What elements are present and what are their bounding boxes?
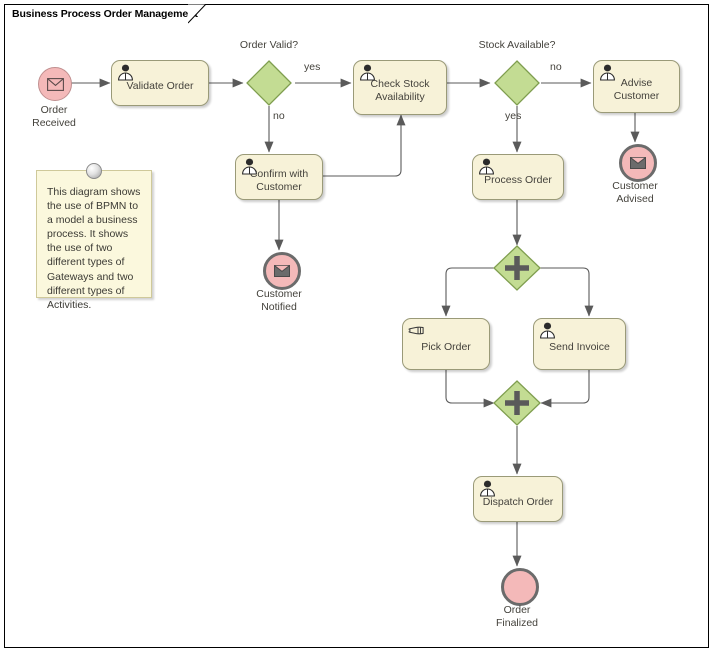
envelope-icon: [46, 77, 64, 91]
event-order-received[interactable]: [38, 67, 72, 101]
task-dispatch-order[interactable]: Dispatch Order: [473, 476, 563, 522]
flow-label-order-valid-yes: yes: [304, 61, 321, 73]
flow-label-order-valid-no: no: [273, 110, 285, 122]
event-label-order-received: Order Received: [32, 104, 76, 129]
bpmn-diagram-canvas: Business Process Order Management Order …: [0, 0, 715, 654]
gateway-label-stock-available: Stock Available?: [478, 39, 556, 51]
gateway-label-order-valid: Order Valid?: [239, 39, 299, 51]
envelope-icon: [274, 265, 290, 277]
event-customer-advised[interactable]: [619, 144, 657, 182]
task-pick-order[interactable]: Pick Order: [402, 318, 490, 370]
note-text: This diagram shows the use of BPMN to a …: [47, 186, 141, 311]
task-validate-order[interactable]: Validate Order: [111, 60, 209, 106]
manual-task-icon: [408, 326, 424, 335]
task-advise-customer[interactable]: Advise Customer: [593, 60, 680, 113]
end-event-shape: [501, 568, 539, 606]
note-pin-icon: [86, 163, 102, 179]
user-task-icon: [118, 64, 133, 81]
task-check-stock-availability[interactable]: Check Stock Availability: [353, 60, 447, 115]
task-label: Pick Order: [421, 341, 471, 353]
user-task-icon: [360, 64, 375, 81]
event-order-finalized[interactable]: [501, 568, 539, 606]
user-task-icon: [479, 158, 494, 175]
user-task-icon: [480, 480, 495, 497]
diagram-title-tab-slant: [188, 4, 207, 24]
end-event-shape: [619, 144, 657, 182]
user-task-icon: [242, 158, 257, 175]
user-task-icon: [600, 64, 615, 81]
flow-label-stock-available-no: no: [550, 61, 562, 73]
task-process-order[interactable]: Process Order: [472, 154, 564, 200]
diagram-note[interactable]: This diagram shows the use of BPMN to a …: [36, 163, 152, 311]
flow-label-stock-available-yes: yes: [505, 110, 522, 122]
user-task-icon: [540, 322, 555, 339]
start-event-shape: [38, 67, 72, 101]
event-label-order-finalized: Order Finalized: [495, 604, 539, 629]
end-event-shape: [263, 252, 301, 290]
envelope-icon: [630, 157, 646, 169]
event-label-customer-notified: Customer Notified: [256, 288, 302, 313]
task-label: Advise Customer: [613, 77, 660, 102]
diagram-title: Business Process Order Management: [12, 8, 198, 20]
diagram-title-tab: Business Process Order Management: [4, 4, 198, 23]
event-label-customer-advised: Customer Advised: [612, 180, 658, 205]
task-confirm-with-customer[interactable]: Confirm with Customer: [235, 154, 323, 200]
event-customer-notified[interactable]: [263, 252, 301, 290]
task-send-invoice[interactable]: Send Invoice: [533, 318, 626, 370]
